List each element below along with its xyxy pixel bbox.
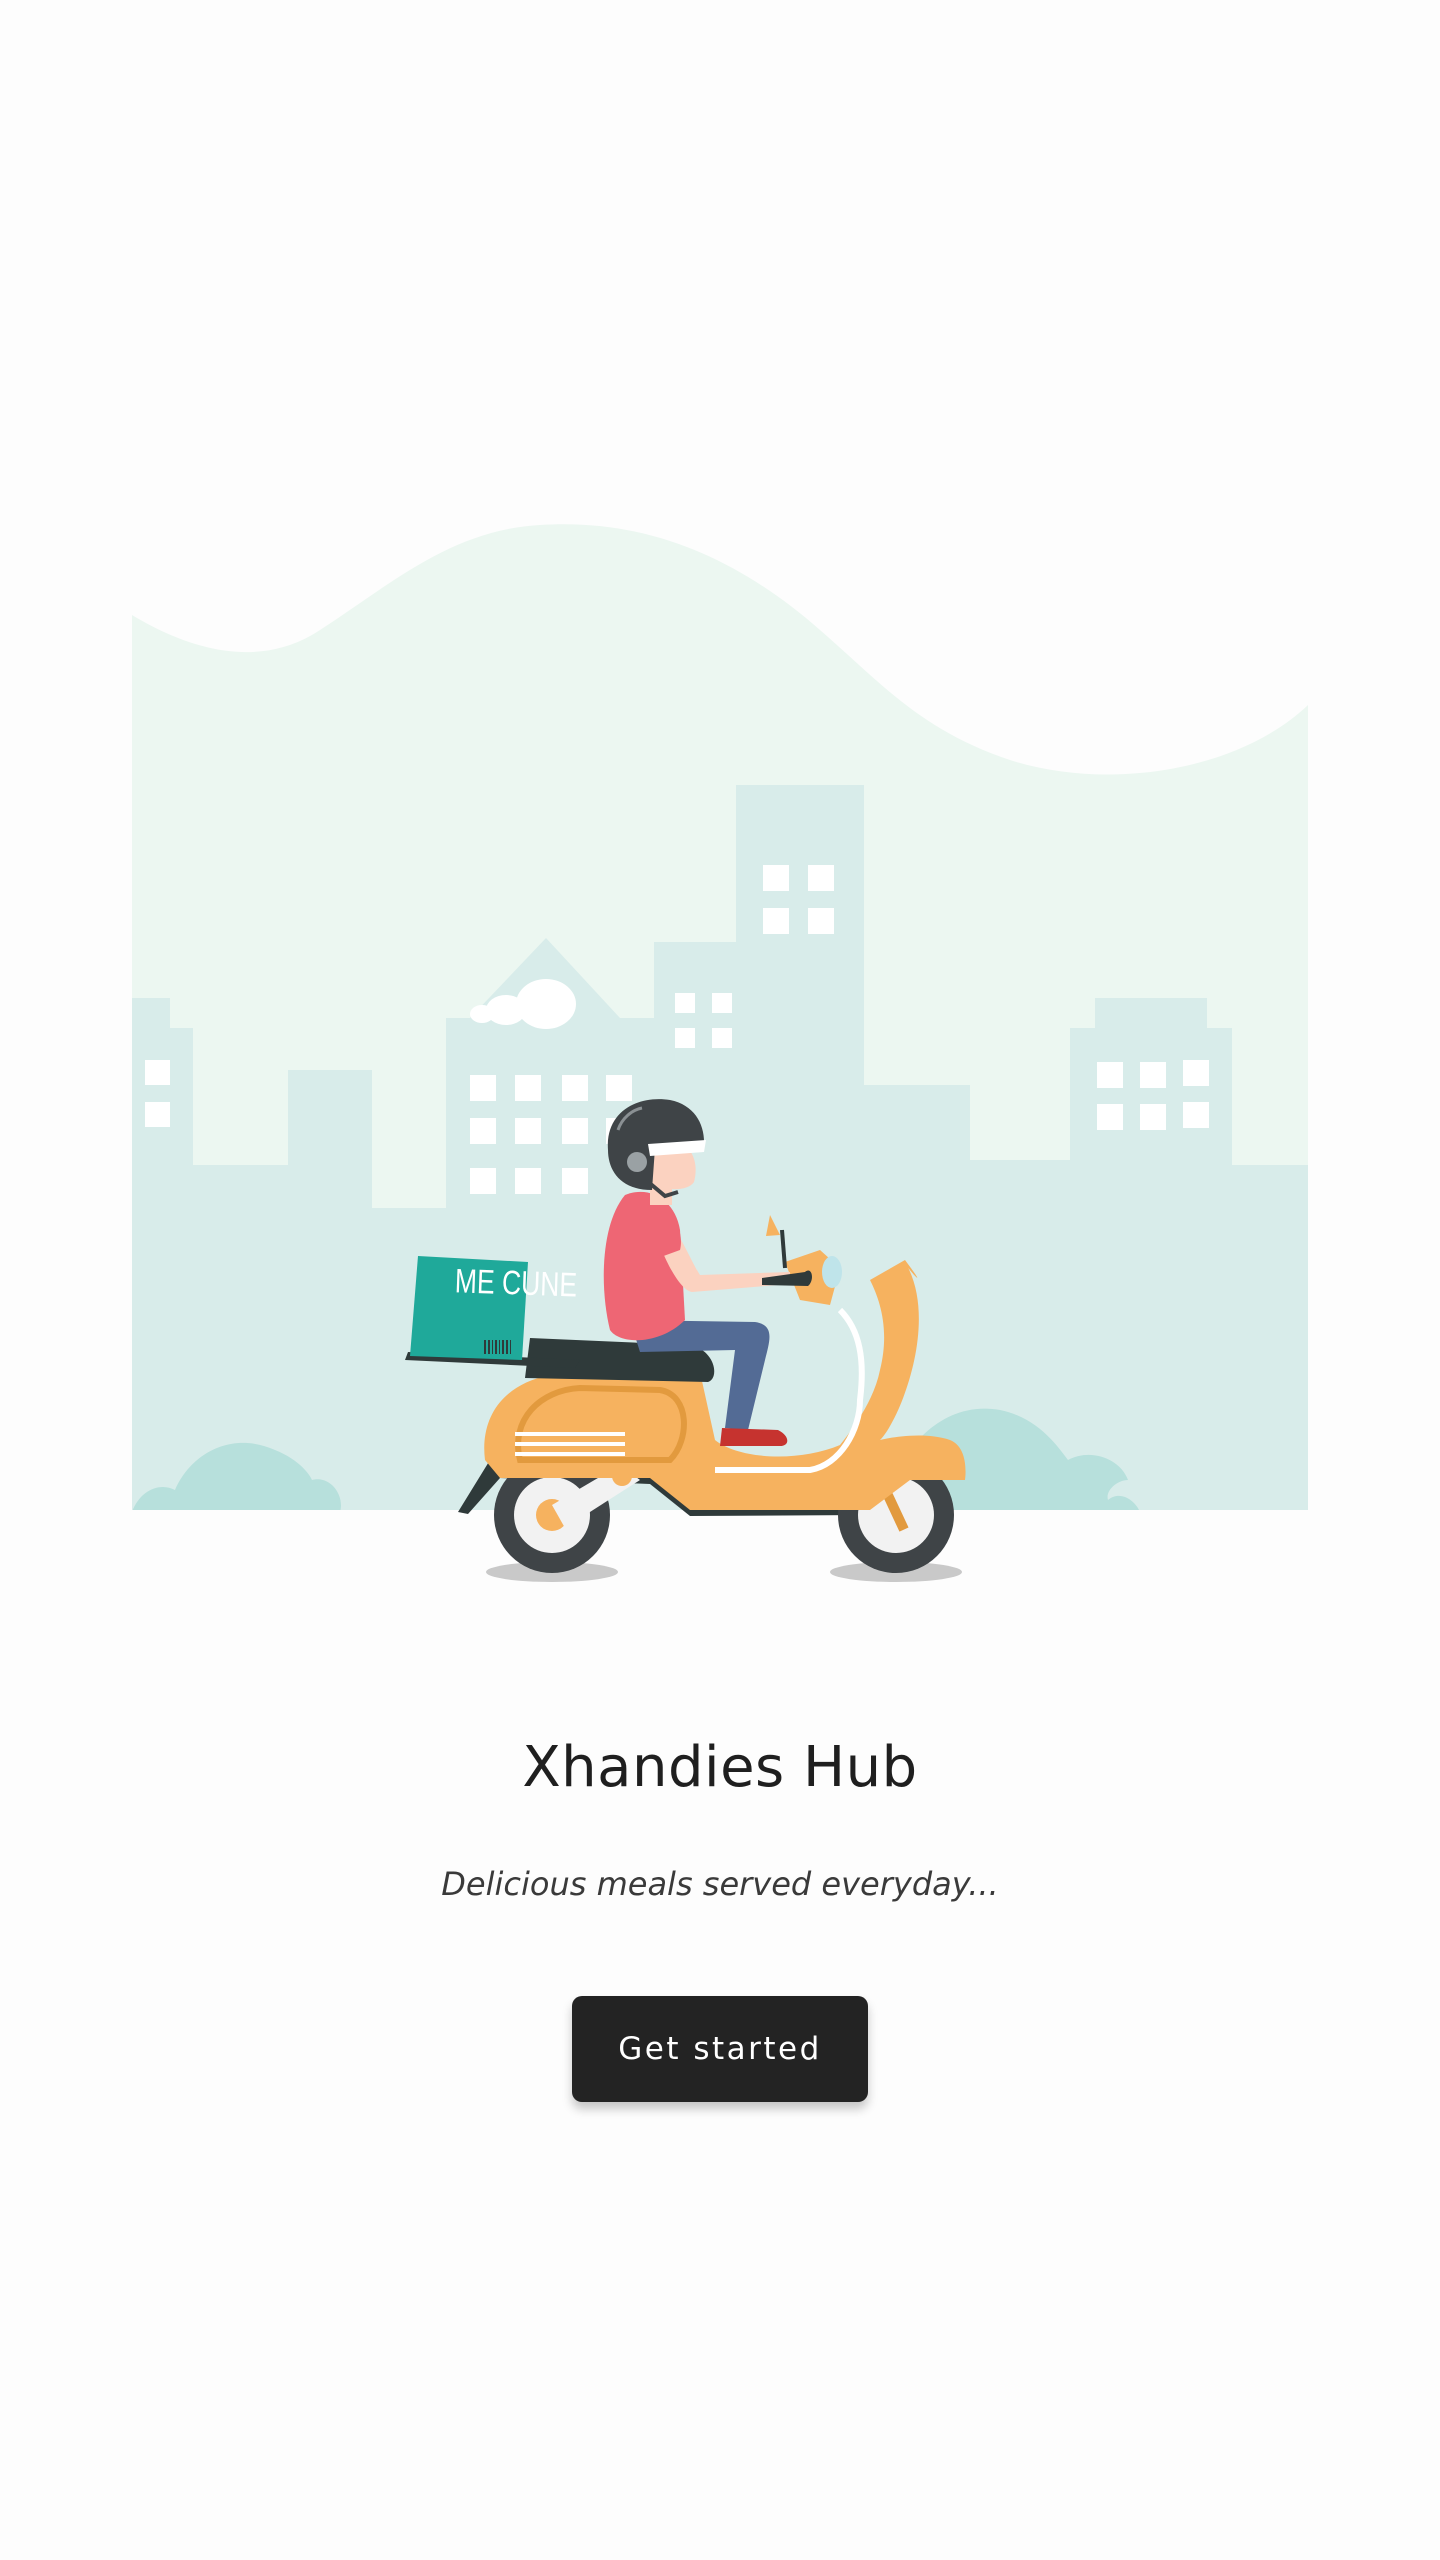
app-tagline: Delicious meals served everyday... (441, 1865, 999, 1903)
delivery-box-label: ME CUNE (454, 1262, 578, 1304)
get-started-button[interactable]: Get started (572, 1996, 868, 2102)
app-title: Xhandies Hub (522, 1735, 918, 1800)
hero-illustration: ME CUNE (0, 0, 1440, 1700)
